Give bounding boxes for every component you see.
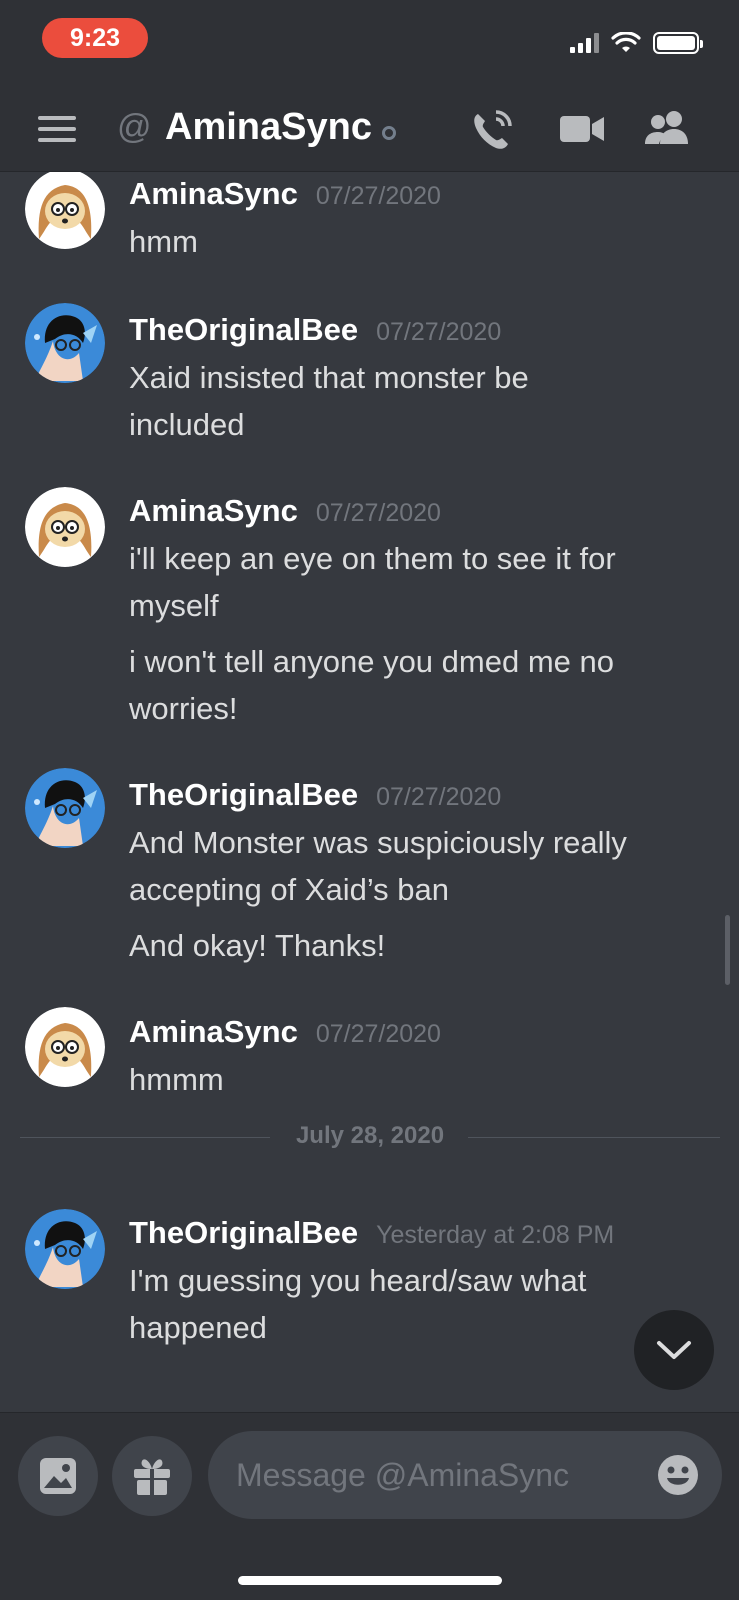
message-text[interactable]: i'll keep an eye on them to see it for — [129, 535, 709, 582]
message-text[interactable]: Xaid insisted that monster be — [129, 354, 709, 401]
hamburger-menu-icon[interactable] — [38, 116, 76, 142]
message-text[interactable]: hmmm — [129, 1056, 709, 1103]
message-text[interactable]: myself — [129, 582, 709, 629]
message-input[interactable] — [236, 1431, 636, 1519]
video-call-icon[interactable] — [560, 114, 604, 144]
status-time: 9:23 — [42, 18, 148, 58]
message-header: TheOriginalBee 07/27/2020 — [129, 312, 501, 348]
username[interactable]: AminaSync — [129, 1014, 298, 1050]
date-divider: July 28, 2020 — [20, 1122, 720, 1152]
at-icon: @ — [117, 108, 152, 146]
message-text[interactable]: And okay! Thanks! — [129, 922, 709, 969]
image-icon — [40, 1458, 76, 1494]
message-text[interactable]: included — [129, 401, 709, 448]
message-header: AminaSync 07/27/2020 — [129, 1014, 441, 1050]
message-header: AminaSync 07/27/2020 — [129, 176, 441, 212]
home-indicator — [238, 1576, 502, 1585]
avatar-theoriginalbee[interactable] — [25, 1209, 105, 1289]
avatar-aminasync[interactable] — [25, 487, 105, 567]
chevron-down-icon — [657, 1341, 691, 1359]
attach-image-button[interactable] — [18, 1436, 98, 1516]
battery-icon — [653, 32, 703, 54]
timestamp: 07/27/2020 — [315, 182, 441, 210]
status-bar: 9:23 — [0, 0, 739, 86]
message-header: TheOriginalBee Yesterday at 2:08 PM — [129, 1215, 614, 1251]
avatar-theoriginalbee[interactable] — [25, 303, 105, 383]
message-text[interactable]: hmm — [129, 218, 709, 265]
gift-icon — [134, 1459, 170, 1495]
message-header: AminaSync 07/27/2020 — [129, 493, 441, 529]
username[interactable]: AminaSync — [129, 493, 298, 529]
timestamp: 07/27/2020 — [315, 1020, 441, 1048]
message-composer — [0, 1412, 739, 1600]
username[interactable]: TheOriginalBee — [129, 312, 358, 348]
gift-button[interactable] — [112, 1436, 192, 1516]
cellular-signal-icon — [570, 33, 599, 53]
username[interactable]: AminaSync — [129, 176, 298, 212]
message-text[interactable]: accepting of Xaid’s ban — [129, 866, 709, 913]
username[interactable]: TheOriginalBee — [129, 777, 358, 813]
message-list[interactable]: AminaSync 07/27/2020 hmm TheOriginalBee … — [0, 172, 739, 1412]
timestamp: 07/27/2020 — [376, 318, 502, 346]
message-header: TheOriginalBee 07/27/2020 — [129, 777, 501, 813]
avatar-aminasync[interactable] — [25, 1007, 105, 1087]
jump-to-present-button[interactable] — [634, 1310, 714, 1390]
voice-call-icon[interactable] — [470, 108, 516, 152]
date-divider-label: July 28, 2020 — [295, 1122, 445, 1149]
avatar-theoriginalbee[interactable] — [25, 768, 105, 848]
message-input-container[interactable] — [208, 1431, 722, 1519]
message-text[interactable]: i won't tell anyone you dmed me no — [129, 638, 709, 685]
timestamp: 07/27/2020 — [315, 499, 441, 527]
scrollbar-thumb[interactable] — [725, 915, 730, 985]
avatar-aminasync[interactable] — [25, 172, 105, 249]
dm-title[interactable]: AminaSync — [165, 106, 372, 149]
username[interactable]: TheOriginalBee — [129, 1215, 358, 1251]
wifi-icon — [611, 32, 641, 52]
message-text[interactable]: happened — [129, 1304, 709, 1351]
emoji-icon[interactable] — [656, 1453, 700, 1497]
timestamp: Yesterday at 2:08 PM — [376, 1221, 615, 1249]
message-text[interactable]: worries! — [129, 685, 709, 732]
message-text[interactable]: And Monster was suspiciously really — [129, 819, 709, 866]
timestamp: 07/27/2020 — [376, 783, 502, 811]
members-icon[interactable] — [643, 110, 691, 146]
message-text[interactable]: I'm guessing you heard/saw what — [129, 1257, 709, 1304]
channel-header: @ AminaSync — [0, 86, 739, 172]
status-icons — [570, 32, 703, 54]
offline-status-icon — [382, 126, 396, 140]
